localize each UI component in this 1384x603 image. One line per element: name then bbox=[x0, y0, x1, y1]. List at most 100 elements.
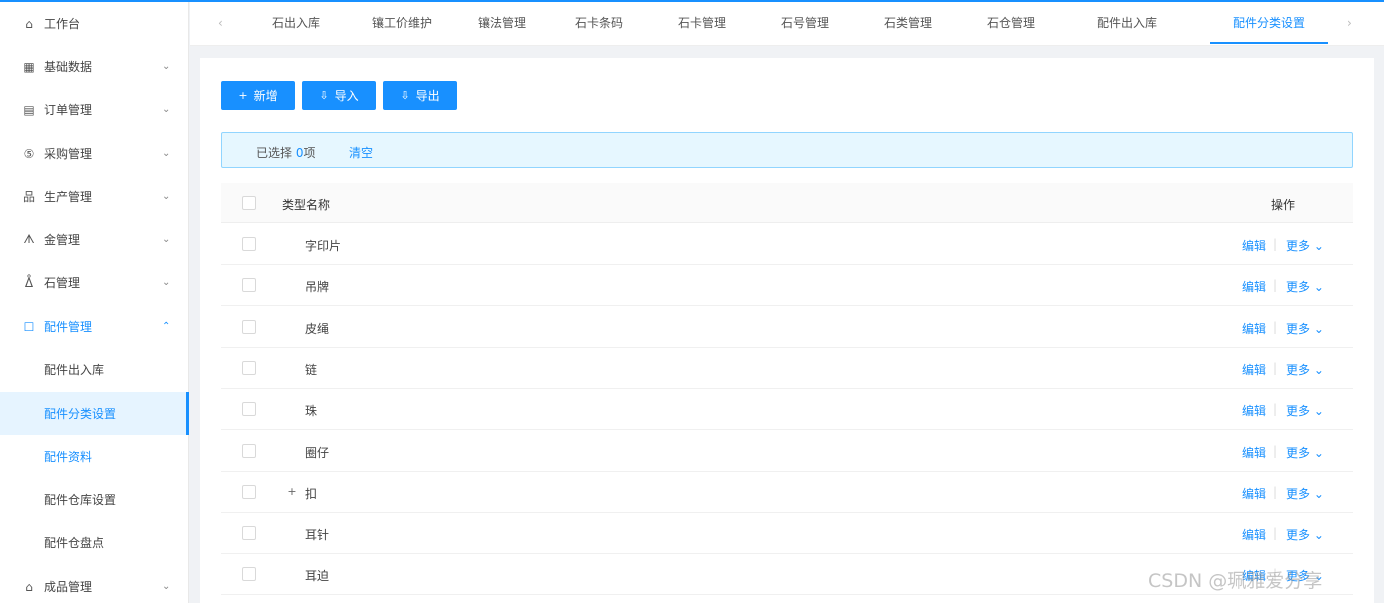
edit-link[interactable]: 编辑 bbox=[1242, 361, 1266, 378]
import-button[interactable]: ⇩ 导入 bbox=[302, 81, 376, 110]
more-dropdown[interactable]: 更多 ⌄ bbox=[1286, 485, 1324, 502]
sidebar-subitem-label: 配件分类设置 bbox=[44, 407, 117, 421]
home-icon: ⌂ bbox=[25, 16, 33, 31]
edit-link[interactable]: 编辑 bbox=[1242, 320, 1266, 337]
tab-prev-arrow[interactable]: ‹ bbox=[218, 16, 223, 30]
more-dropdown[interactable]: 更多 ⌄ bbox=[1286, 526, 1324, 543]
sidebar-item-3[interactable]: ⑤ 采购管理 ⌄ bbox=[0, 132, 189, 175]
action-divider: | bbox=[1273, 319, 1278, 334]
sidebar-item-6[interactable]: ᐂ 石管理 ⌄ bbox=[0, 261, 189, 304]
tab-6[interactable]: 石类管理 bbox=[871, 2, 945, 44]
sidebar-item-5[interactable]: ᗑ 金管理 ⌄ bbox=[0, 218, 189, 261]
action-divider: | bbox=[1273, 237, 1278, 251]
edit-link[interactable]: 编辑 bbox=[1242, 237, 1266, 254]
sidebar-item-label: 金管理 bbox=[44, 233, 81, 247]
table-row: 圈仔 编辑 | 更多 ⌄ bbox=[221, 431, 1353, 472]
row-name: 字印片 bbox=[305, 239, 342, 253]
row-checkbox[interactable] bbox=[242, 402, 256, 417]
sidebar-subitem-3[interactable]: 配件仓库设置 bbox=[0, 478, 189, 521]
export-button[interactable]: ⇩ 导出 bbox=[383, 81, 457, 110]
row-checkbox[interactable] bbox=[242, 319, 256, 334]
tab-1[interactable]: 镶工价维护 bbox=[357, 2, 447, 44]
more-dropdown[interactable]: 更多 ⌄ bbox=[1286, 402, 1324, 419]
product-icon: ⌂ bbox=[25, 579, 33, 594]
sidebar-item-label: 配件管理 bbox=[44, 320, 93, 334]
tab-8[interactable]: 配件出入库 bbox=[1077, 2, 1177, 44]
table-row: 珠 编辑 | 更多 ⌄ bbox=[221, 389, 1353, 431]
edit-link[interactable]: 编辑 bbox=[1242, 444, 1266, 461]
row-checkbox[interactable] bbox=[242, 360, 256, 375]
column-header-actions: 操作 bbox=[1271, 198, 1296, 212]
clear-selection-link[interactable]: 清空 bbox=[349, 144, 373, 161]
row-checkbox[interactable] bbox=[242, 443, 256, 458]
action-divider: | bbox=[1273, 360, 1278, 375]
table-header: 类型名称 操作 bbox=[221, 183, 1353, 223]
grid-icon: ▦ bbox=[23, 59, 35, 74]
table-row: 吊牌 编辑 | 更多 ⌄ bbox=[221, 265, 1353, 307]
selection-text: 已选择 0项 bbox=[256, 144, 315, 161]
sidebar-item-2[interactable]: ▤ 订单管理 ⌄ bbox=[0, 88, 189, 131]
order-icon: ▤ bbox=[23, 102, 35, 117]
row-checkbox[interactable] bbox=[242, 237, 256, 251]
action-divider: | bbox=[1273, 526, 1278, 541]
tab-4[interactable]: 石卡管理 bbox=[665, 2, 739, 44]
sidebar-subitem-4[interactable]: 配件仓盘点 bbox=[0, 521, 189, 564]
more-dropdown[interactable]: 更多 ⌄ bbox=[1286, 237, 1324, 254]
table-row: 字印片 编辑 | 更多 ⌄ bbox=[221, 224, 1353, 265]
select-all-checkbox[interactable] bbox=[242, 196, 256, 210]
sidebar-item-7[interactable]: ☐ 配件管理 ⌃ bbox=[0, 305, 189, 348]
row-name: 耳迫 bbox=[305, 569, 330, 584]
tab-9[interactable]: 配件分类设置 bbox=[1210, 2, 1328, 44]
more-dropdown[interactable]: 更多 ⌄ bbox=[1286, 361, 1324, 378]
sidebar-subitem-0[interactable]: 配件出入库 bbox=[0, 348, 189, 391]
import-button-label: 导入 bbox=[334, 89, 359, 103]
sidebar-subitem-2[interactable]: 配件资料 bbox=[0, 435, 189, 478]
row-name: 圈仔 bbox=[305, 445, 330, 460]
more-dropdown[interactable]: 更多 ⌄ bbox=[1286, 320, 1324, 337]
tab-0[interactable]: 石出入库 bbox=[253, 2, 339, 44]
sidebar-item-1[interactable]: ▦ 基础数据 ⌄ bbox=[0, 45, 189, 88]
tab-bar: ‹ › 石出入库 镶工价维护 镶法管理 石卡条码 石卡管理 石号管理 石类管理 石仓管理 配件出… bbox=[190, 2, 1384, 46]
more-dropdown[interactable]: 更多 ⌄ bbox=[1286, 278, 1324, 295]
tab-2[interactable]: 镶法管理 bbox=[460, 2, 544, 44]
edit-link[interactable]: 编辑 bbox=[1242, 278, 1266, 295]
row-checkbox[interactable] bbox=[242, 484, 256, 499]
chevron-down-icon: ⌄ bbox=[162, 234, 171, 245]
sidebar-item-label: 工作台 bbox=[44, 17, 81, 31]
upload-icon: ⇩ bbox=[319, 89, 329, 102]
sidebar-subitem-1[interactable]: 配件分类设置 bbox=[0, 392, 189, 435]
action-divider: | bbox=[1273, 484, 1278, 499]
sidebar-subitem-label: 配件资料 bbox=[44, 450, 93, 464]
add-button[interactable]: + 新增 bbox=[221, 81, 295, 110]
row-name: 链 bbox=[305, 362, 318, 377]
action-divider: | bbox=[1273, 402, 1278, 417]
table-row: + 扣 编辑 | 更多 ⌄ bbox=[221, 472, 1353, 513]
edit-link[interactable]: 编辑 bbox=[1242, 485, 1266, 502]
sidebar-item-4[interactable]: 品生产管理 ⌄ bbox=[0, 175, 189, 218]
row-name: 扣 bbox=[305, 486, 318, 501]
gold-icon: ᗑ bbox=[23, 232, 35, 246]
tab-next-arrow[interactable]: › bbox=[1347, 16, 1352, 30]
sidebar-item-8[interactable]: ⌂ 成品管理 ⌄ bbox=[0, 565, 189, 603]
more-dropdown[interactable]: 更多 ⌄ bbox=[1286, 444, 1324, 461]
tab-7[interactable]: 石仓管理 bbox=[974, 2, 1048, 44]
table-row: 皮绳 编辑 | 更多 ⌄ bbox=[221, 307, 1353, 348]
chevron-down-icon: ⌄ bbox=[162, 191, 171, 202]
sidebar-item-0[interactable]: ⌂ 工作台 bbox=[0, 2, 189, 45]
row-name: 珠 bbox=[305, 404, 318, 419]
tab-3[interactable]: 石卡条码 bbox=[562, 2, 636, 44]
tab-5[interactable]: 石号管理 bbox=[768, 2, 842, 44]
main-content: + 新增 ⇩ 导入 ⇩ 导出 已选择 0项 清空 类型名称 操作 字印片 编辑 | 更… bbox=[200, 58, 1374, 603]
sidebar: ⌂ 工作台 ▦ 基础数据 ⌄ ▤ 订单管理 ⌄ ⑤ 采购管理 ⌄ 品生产管理 ⌄ ᗑ 金管理 ⌄ ᐂ 石管理 ⌄ ☐ 配… bbox=[0, 2, 189, 603]
edit-link[interactable]: 编辑 bbox=[1242, 402, 1266, 419]
expand-row-icon[interactable]: + bbox=[286, 486, 298, 498]
row-checkbox[interactable] bbox=[242, 278, 256, 293]
column-header-name: 类型名称 bbox=[282, 198, 331, 212]
sidebar-item-label: 生产管理 bbox=[44, 190, 93, 204]
row-checkbox[interactable] bbox=[242, 526, 256, 541]
edit-link[interactable]: 编辑 bbox=[1242, 526, 1266, 543]
row-checkbox[interactable] bbox=[242, 567, 256, 582]
purchase-icon: ⑤ bbox=[23, 146, 35, 161]
selection-prefix: 已选择 bbox=[256, 146, 296, 160]
chevron-down-icon: ⌄ bbox=[162, 104, 171, 115]
